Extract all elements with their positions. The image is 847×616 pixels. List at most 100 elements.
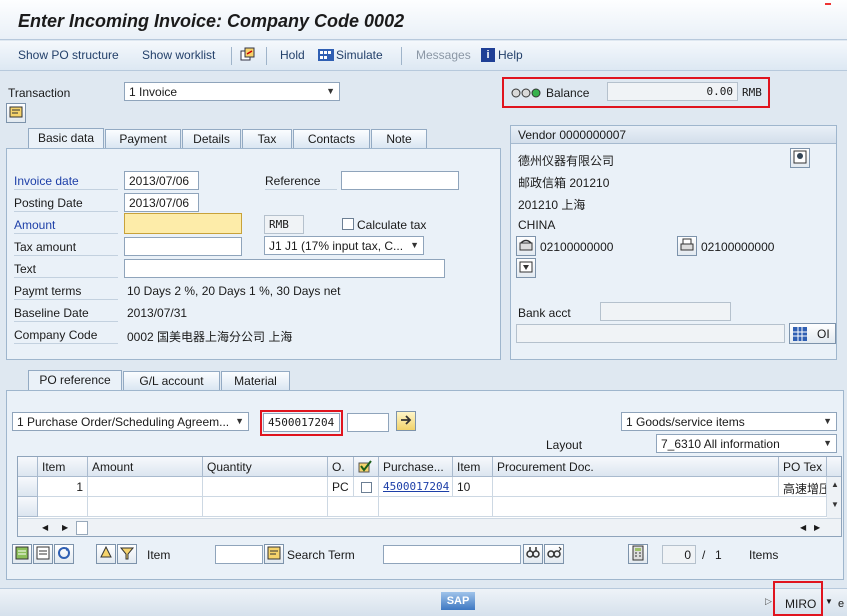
- col-purchase-doc[interactable]: Purchase...: [379, 457, 453, 477]
- scroll-first-icon[interactable]: ◀: [42, 523, 48, 532]
- scroll-thumb[interactable]: [76, 521, 88, 535]
- tab-payment[interactable]: Payment: [105, 129, 181, 148]
- sort-icon[interactable]: [96, 544, 116, 564]
- find-next-icon[interactable]: [544, 544, 564, 564]
- posting-date-field[interactable]: 2013/07/06: [124, 193, 199, 212]
- cell-empty: [379, 497, 493, 517]
- layout-select[interactable]: 7_6310 All information: [656, 434, 837, 453]
- transaction-code: MIRO: [785, 597, 817, 611]
- col-quantity[interactable]: Quantity: [203, 457, 328, 477]
- calculate-tax-checkbox[interactable]: [342, 218, 354, 230]
- checkmark-icon: [358, 460, 372, 473]
- tab-gl-account[interactable]: G/L account: [123, 371, 220, 390]
- goods-type-value: 1 Goods/service items: [626, 415, 745, 429]
- doc-header-icon[interactable]: [6, 103, 26, 123]
- show-po-structure-button[interactable]: Show PO structure: [18, 48, 119, 62]
- vendor-detail-icon[interactable]: [790, 148, 810, 168]
- vendor-address-line1: 邮政信箱 201210: [518, 176, 610, 190]
- invoice-date-field[interactable]: 2013/07/06: [124, 171, 199, 190]
- grid-select-all[interactable]: [18, 457, 38, 477]
- scroll-right-end-icon[interactable]: ▶: [814, 523, 820, 532]
- company-code-label: Company Code: [14, 325, 118, 344]
- help-icon: i: [481, 48, 495, 62]
- scroll-right-icon[interactable]: ▶: [62, 523, 68, 532]
- status-dropdown-icon[interactable]: ▼: [825, 597, 833, 606]
- simulate-button[interactable]: Simulate: [336, 48, 383, 62]
- tab-note[interactable]: Note: [371, 129, 427, 148]
- bank-acct-field[interactable]: [600, 302, 731, 321]
- find-icon[interactable]: [523, 544, 543, 564]
- row-selector[interactable]: [18, 497, 38, 517]
- email-icon[interactable]: [516, 258, 536, 278]
- filter-icon[interactable]: [117, 544, 137, 564]
- col-procurement-doc[interactable]: Procurement Doc.: [493, 457, 779, 477]
- po-item-field[interactable]: [347, 413, 389, 432]
- col-po-item[interactable]: Item: [453, 457, 493, 477]
- item-counter-field[interactable]: 0: [662, 545, 696, 564]
- goods-type-select[interactable]: 1 Goods/service items: [621, 412, 837, 431]
- sap-logo: SAP: [441, 592, 475, 610]
- item-search-icon[interactable]: [264, 544, 284, 564]
- col-po-text[interactable]: PO Tex: [779, 457, 827, 477]
- scroll-down-icon[interactable]: ▼: [827, 500, 841, 509]
- toolbar-separator: [231, 47, 232, 65]
- col-order-unit[interactable]: O.: [328, 457, 354, 477]
- tab-contacts[interactable]: Contacts: [293, 129, 370, 148]
- help-button[interactable]: Help: [498, 48, 523, 62]
- balance-value: 0.00: [607, 82, 738, 101]
- tab-tax[interactable]: Tax: [242, 129, 292, 148]
- show-worklist-button[interactable]: Show worklist: [142, 48, 215, 62]
- status-expand-icon[interactable]: ▷: [765, 596, 772, 607]
- vendor-address-line2: 201210 上海: [518, 198, 586, 212]
- tab-po-reference[interactable]: PO reference: [28, 370, 122, 391]
- tab-material[interactable]: Material: [221, 371, 290, 390]
- open-items-button[interactable]: OI: [789, 323, 836, 344]
- cell-unit: PC: [328, 477, 354, 497]
- messages-button[interactable]: Messages: [416, 48, 471, 62]
- doc-type-select[interactable]: 1 Purchase Order/Scheduling Agreem...: [12, 412, 249, 431]
- reference-field[interactable]: [341, 171, 459, 190]
- row-selector[interactable]: [18, 477, 38, 497]
- vendor-extra-field[interactable]: [516, 324, 785, 343]
- po-link[interactable]: 4500017204: [383, 480, 449, 493]
- amount-field[interactable]: [124, 213, 242, 234]
- text-field[interactable]: [124, 259, 445, 278]
- tax-code-select[interactable]: J1 J1 (17% input tax, C...: [264, 236, 424, 255]
- vertical-scrollbar[interactable]: ▲ ▼: [827, 477, 841, 518]
- transaction-select[interactable]: 1 Invoice: [124, 82, 340, 101]
- tab-basic-data[interactable]: Basic data: [28, 128, 104, 149]
- col-check[interactable]: [354, 457, 379, 477]
- col-amount[interactable]: Amount: [88, 457, 203, 477]
- scroll-left-end-icon[interactable]: ◀: [800, 523, 806, 532]
- vendor-phone: 02100000000: [540, 240, 614, 254]
- select-all-icon[interactable]: [12, 544, 32, 564]
- toolbar-separator: [401, 47, 402, 65]
- horizontal-scrollbar[interactable]: ◀ ▶ ◀ ▶: [18, 518, 841, 536]
- po-number-field[interactable]: 4500017204: [263, 413, 340, 432]
- calculator-icon[interactable]: [628, 544, 648, 564]
- item-search-field[interactable]: [215, 545, 263, 564]
- tax-code-value: J1 J1 (17% input tax, C...: [269, 239, 404, 253]
- tax-amount-field[interactable]: [124, 237, 242, 256]
- phone-icon[interactable]: [516, 236, 536, 256]
- deselect-all-icon[interactable]: [33, 544, 53, 564]
- row-checkbox[interactable]: [361, 482, 372, 493]
- amount-currency[interactable]: RMB: [264, 215, 304, 234]
- transfer-arrow-icon[interactable]: [396, 411, 416, 431]
- hold-button[interactable]: Hold: [280, 48, 305, 62]
- cell-amount[interactable]: [88, 477, 203, 497]
- search-term-field[interactable]: [383, 545, 521, 564]
- fax-icon[interactable]: [677, 236, 697, 256]
- item-counter-separator: /: [702, 548, 706, 562]
- layout-value: 7_6310 All information: [661, 437, 780, 451]
- paymt-terms-label: Paymt terms: [14, 281, 118, 300]
- scroll-up-icon[interactable]: ▲: [827, 480, 841, 489]
- col-item[interactable]: Item: [38, 457, 88, 477]
- tab-details[interactable]: Details: [182, 129, 241, 148]
- navigation-icon[interactable]: [240, 47, 256, 63]
- refresh-icon[interactable]: [54, 544, 74, 564]
- grid-settings-corner[interactable]: [827, 457, 841, 477]
- simulate-icon: [318, 48, 334, 62]
- baseline-date-label: Baseline Date: [14, 303, 118, 322]
- cell-quantity[interactable]: [203, 477, 328, 497]
